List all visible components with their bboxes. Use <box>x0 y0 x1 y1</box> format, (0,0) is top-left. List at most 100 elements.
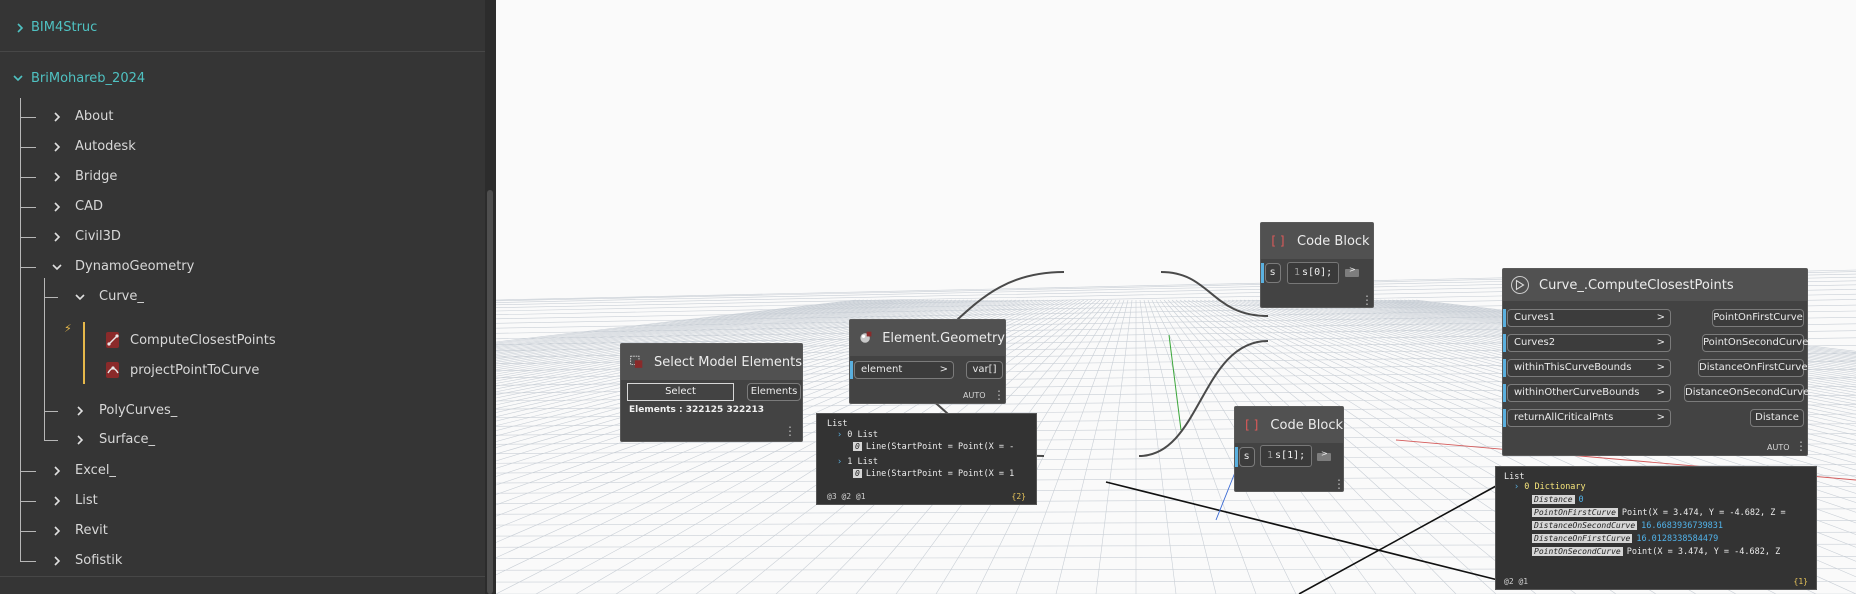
input-indicator <box>1503 409 1506 427</box>
node-menu-icon[interactable]: ⋮ <box>1333 478 1345 490</box>
node-element-geometry[interactable]: Element.Geometry element > var[] AUTO ⋮ <box>849 319 1006 404</box>
chevron-right-icon[interactable] <box>51 141 63 153</box>
category-civil3d[interactable]: Civil3D <box>75 229 121 245</box>
node-code-block-2[interactable]: [ ] Code Block s 1s[1]; ⋮ <box>1234 406 1345 492</box>
output-port[interactable] <box>1317 449 1331 461</box>
output-port-distance[interactable]: Distance <box>1750 409 1804 427</box>
preview-bubble-geometry[interactable]: List › 0 List 0 Line(StartPoint = Point(X… <box>816 413 1037 505</box>
library-panel: BIM4Struc BriMohareb_2024 ⚡ About Autode… <box>0 0 496 594</box>
wire <box>1160 271 1269 317</box>
node-menu-icon[interactable]: ⋮ <box>1361 294 1373 306</box>
subcategory-polycurves[interactable]: PolyCurves_ <box>99 403 177 419</box>
chevron-right-icon[interactable] <box>14 22 26 34</box>
library-group-brimohareb[interactable]: BriMohareb_2024 <box>31 71 145 87</box>
node-menu-icon[interactable]: ⋮ <box>993 389 1005 401</box>
chevron-right-icon[interactable] <box>74 405 86 417</box>
output-port-distance-on-first-curve[interactable]: DistanceOnFirstCurve <box>1698 359 1807 377</box>
chevron-down-icon: › <box>837 430 843 440</box>
node-compute-closest-points[interactable]: Curve_.ComputeClosestPoints Curves1 > Cur… <box>1502 268 1809 456</box>
output-port-var[interactable]: var[] <box>966 361 1003 379</box>
node-header[interactable]: Element.Geometry <box>850 320 1005 356</box>
chevron-right-icon[interactable] <box>51 231 63 243</box>
node-header[interactable]: [ ] Code Block <box>1235 407 1343 443</box>
input-port-curves1[interactable]: Curves1 > <box>1507 309 1671 327</box>
input-port-s[interactable]: s <box>1265 263 1281 283</box>
library-group-bim4struc[interactable]: BIM4Struc <box>31 20 97 36</box>
output-port-elements[interactable]: Elements <box>747 383 801 401</box>
chevron-right-icon: › <box>837 457 843 467</box>
category-dynamogeometry[interactable]: DynamoGeometry <box>75 259 194 275</box>
category-bridge[interactable]: Bridge <box>75 169 117 185</box>
lacing-badge[interactable]: AUTO <box>963 391 986 400</box>
chevron-right-icon[interactable] <box>51 111 63 123</box>
node-title: Element.Geometry <box>882 330 1005 346</box>
chevron-right-icon[interactable] <box>51 525 63 537</box>
chevron-right-icon: > <box>1656 387 1665 398</box>
output-port-point-on-second-curve[interactable]: PointOnSecondCurve <box>1702 334 1808 352</box>
port-label: element <box>861 364 903 375</box>
code-text: s[1]; <box>1275 450 1306 461</box>
chevron-right-icon[interactable] <box>51 465 63 477</box>
input-port-element[interactable]: element > <box>854 361 954 379</box>
code-editor[interactable]: 1 s[1]; <box>1260 445 1312 467</box>
input-port-within-this-curve-bounds[interactable]: withinThisCurveBounds > <box>1507 359 1671 377</box>
bolt-icon: ⚡ <box>64 322 72 335</box>
input-port-return-all-critical-pnts[interactable]: returnAllCriticalPnts > <box>1507 409 1671 427</box>
select-button[interactable]: Select <box>627 383 734 401</box>
subcategory-surface[interactable]: Surface_ <box>99 432 155 448</box>
preview-bubble-closest-points[interactable]: List › 0 Dictionary Distance 0 PointOnFir… <box>1495 466 1817 590</box>
node-title: Select Model Elements <box>654 354 802 370</box>
library-node-projectpointtocurve[interactable]: projectPointToCurve <box>130 363 259 379</box>
node-header[interactable]: [ ] Code Block <box>1261 223 1373 259</box>
dict-key: DistanceOnSecondCurve <box>1532 521 1638 530</box>
category-excel[interactable]: Excel_ <box>75 463 116 479</box>
library-node-computeclosestpoints[interactable]: ComputeClosestPoints <box>130 333 276 349</box>
node-header[interactable]: Select Model Elements <box>621 344 802 380</box>
tree-line <box>20 501 36 502</box>
output-port[interactable] <box>1345 265 1359 277</box>
dict-value: 16.6683936739831 <box>1641 521 1724 531</box>
scrollbar-thumb[interactable] <box>487 190 493 594</box>
library-scrollbar[interactable] <box>485 0 496 594</box>
node-header[interactable]: Curve_.ComputeClosestPoints <box>1503 269 1807 301</box>
node-icon <box>106 332 119 348</box>
category-autodesk[interactable]: Autodesk <box>75 139 136 155</box>
category-cad[interactable]: CAD <box>75 199 103 215</box>
chevron-right-icon[interactable] <box>74 434 86 446</box>
preview-entry: PointOnFirstCurve Point(X = 3.474, Y = -4… <box>1532 507 1786 519</box>
tree-line <box>20 207 36 208</box>
chevron-right-icon[interactable] <box>51 171 63 183</box>
category-sofistik[interactable]: Sofistik <box>75 553 122 569</box>
chevron-down-icon[interactable] <box>74 291 86 303</box>
select-elements-icon <box>630 355 643 368</box>
chevron-right-icon[interactable] <box>51 555 63 567</box>
output-port-distance-on-second-curve[interactable]: DistanceOnSecondCurve <box>1684 384 1809 402</box>
node-select-model-elements[interactable]: Select Model Elements Select Elements El… <box>620 343 803 442</box>
node-menu-icon[interactable]: ⋮ <box>784 425 796 437</box>
lacing-badge[interactable]: AUTO <box>1767 443 1790 452</box>
tree-line <box>20 561 36 562</box>
input-port-within-other-curve-bounds[interactable]: withinOtherCurveBounds > <box>1507 384 1671 402</box>
category-list[interactable]: List <box>75 493 98 509</box>
node-menu-icon[interactable]: ⋮ <box>1795 440 1807 452</box>
code-editor[interactable]: 1 s[0]; <box>1287 262 1339 284</box>
input-port-s[interactable]: s <box>1239 447 1255 467</box>
node-code-block-1[interactable]: [ ] Code Block s 1s[0]; ⋮ <box>1260 222 1374 308</box>
subcategory-curve[interactable]: Curve_ <box>99 289 144 305</box>
chevron-right-icon: > <box>939 364 948 375</box>
preview-header: List <box>827 419 848 429</box>
preview-dictionary: › 0 Dictionary <box>1514 482 1586 493</box>
code-block-icon: [ ] <box>1245 418 1259 432</box>
chevron-down-icon[interactable] <box>51 261 63 273</box>
preview-list-item: › 1 List <box>837 457 878 468</box>
preview-text: Line(StartPoint = Point(X = 1 <box>865 469 1015 479</box>
category-revit[interactable]: Revit <box>75 523 108 539</box>
category-about[interactable]: About <box>75 109 113 125</box>
graph-canvas[interactable]: Select Model Elements Select Elements El… <box>496 0 1856 594</box>
output-port-point-on-first-curve[interactable]: PointOnFirstCurve <box>1712 309 1804 327</box>
chevron-right-icon[interactable] <box>51 495 63 507</box>
chevron-right-icon[interactable] <box>51 201 63 213</box>
chevron-down-icon[interactable] <box>12 72 24 84</box>
dict-value: Point(X = 3.474, Y = -4.682, Z = <box>1621 508 1786 518</box>
input-port-curves2[interactable]: Curves2 > <box>1507 334 1671 352</box>
